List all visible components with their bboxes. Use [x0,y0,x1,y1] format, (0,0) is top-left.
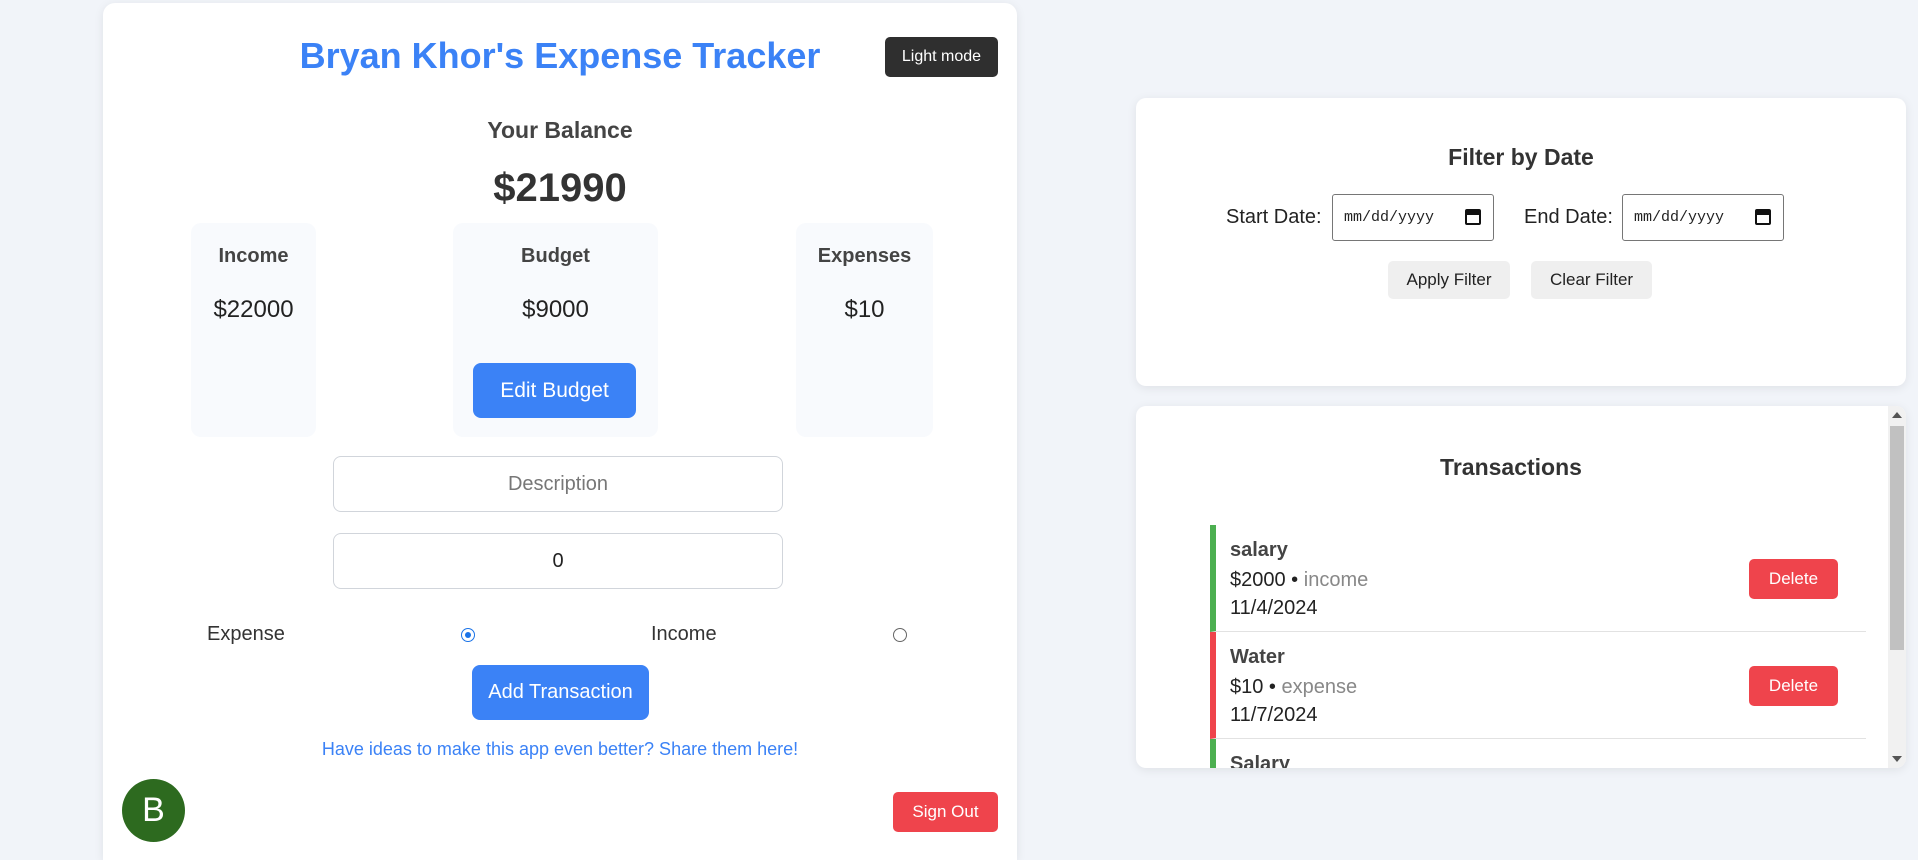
transaction-amount-line: $2000 • income [1230,569,1368,592]
transaction-amount: $2000 [1230,569,1286,591]
transaction-item: Water $10 • expense 11/7/2024 Delete [1210,632,1866,739]
transaction-date: 11/7/2024 [1230,704,1318,726]
delete-button[interactable]: Delete [1749,666,1838,706]
transaction-separator: • [1263,676,1282,698]
transaction-name: Salary [1230,753,1291,768]
transaction-item: salary $2000 • income 11/4/2024 Delete [1210,525,1866,632]
income-radio[interactable] [893,628,907,642]
budget-summary: Budget $9000 Edit Budget [453,223,658,437]
expenses-summary: Expenses $10 [796,223,933,437]
theme-toggle-button[interactable]: Light mode [885,37,998,77]
transaction-type: expense [1281,676,1358,698]
start-date-input[interactable]: mm/dd/yyyy [1332,194,1494,241]
transaction-date: 11/4/2024 [1230,597,1318,619]
clear-filter-button[interactable]: Clear Filter [1531,261,1652,299]
expense-radio-label: Expense [207,623,285,645]
apply-filter-button[interactable]: Apply Filter [1388,261,1510,299]
income-summary: Income $22000 [191,223,316,437]
edit-budget-button[interactable]: Edit Budget [473,363,636,418]
scroll-thumb[interactable] [1890,426,1904,650]
end-date-label: End Date: [1524,206,1613,228]
app-title: Bryan Khor's Expense Tracker [299,35,821,76]
transaction-item: Salary [1210,739,1866,768]
scroll-up-icon[interactable] [1892,412,1902,418]
scroll-down-icon[interactable] [1892,756,1902,762]
expense-tracker-card: Bryan Khor's Expense Tracker Light mode … [103,3,1017,860]
avatar[interactable]: B [122,779,185,842]
transaction-amount: $10 [1230,676,1264,698]
balance-value: $21990 [493,166,627,210]
transaction-name: salary [1230,539,1288,561]
budget-value: $9000 [522,296,589,323]
filter-card: Filter by Date Start Date: mm/dd/yyyy En… [1136,98,1906,386]
end-date-placeholder: mm/dd/yyyy [1634,209,1725,226]
delete-button[interactable]: Delete [1749,559,1838,599]
sign-out-button[interactable]: Sign Out [893,792,998,832]
scrollbar[interactable] [1888,406,1906,768]
amount-input[interactable] [333,533,783,589]
transaction-amount-line: $10 • expense [1230,676,1357,699]
income-radio-label: Income [651,623,717,645]
end-date-input[interactable]: mm/dd/yyyy [1622,194,1784,241]
start-date-placeholder: mm/dd/yyyy [1344,209,1435,226]
calendar-icon[interactable] [1755,209,1771,225]
balance-label: Your Balance [487,117,633,143]
transaction-type: income [1303,569,1369,591]
income-label: Income [218,245,289,267]
expenses-label: Expenses [817,245,912,267]
transactions-title: Transactions [1440,454,1582,480]
budget-label: Budget [521,245,590,267]
feedback-link[interactable]: Have ideas to make this app even better?… [103,739,1017,760]
income-value: $22000 [213,296,294,323]
transaction-name: Water [1230,646,1285,668]
filter-title: Filter by Date [1448,144,1594,170]
add-transaction-button[interactable]: Add Transaction [472,665,649,720]
calendar-icon[interactable] [1465,209,1481,225]
transaction-separator: • [1285,569,1304,591]
expense-radio[interactable] [461,628,475,642]
start-date-label: Start Date: [1226,206,1322,228]
expenses-value: $10 [844,296,885,323]
transactions-card: Transactions salary $2000 • income 11/4/… [1136,406,1906,768]
description-input[interactable] [333,456,783,512]
